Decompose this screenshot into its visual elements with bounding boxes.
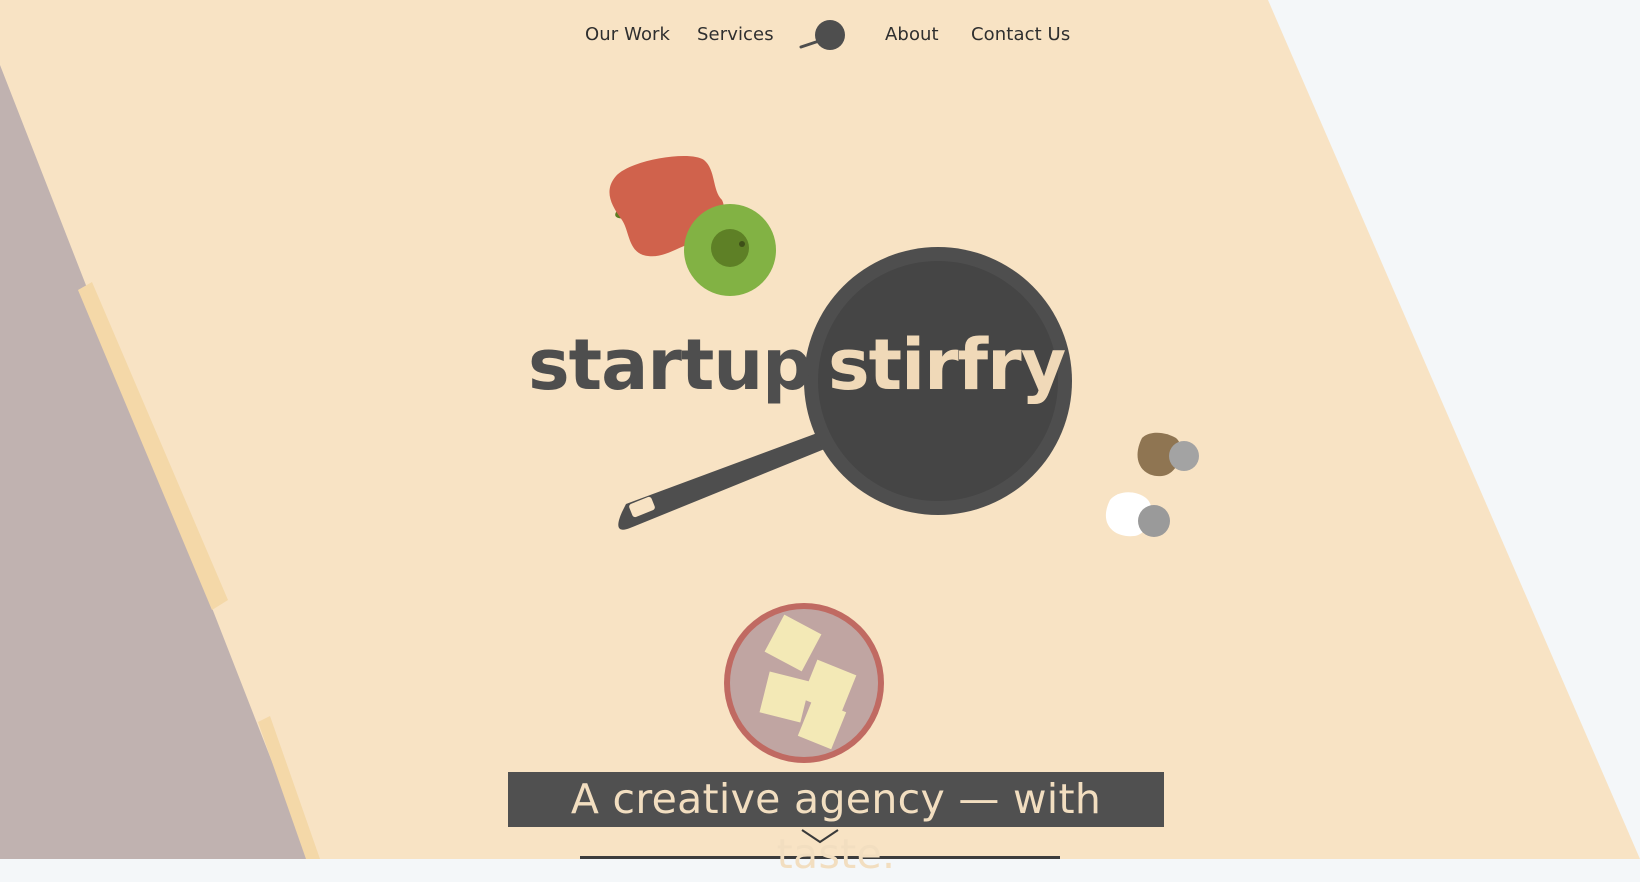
brand-word-stirfry: stirfry <box>828 324 1066 406</box>
nav-services[interactable]: Services <box>697 24 774 45</box>
nav-contact-us[interactable]: Contact Us <box>971 24 1070 45</box>
green-pepper-illustration <box>684 204 776 296</box>
hero-illustration <box>0 0 1640 859</box>
top-navigation: Our Work Services About Contact Us <box>0 20 1640 68</box>
brand-word-startup: startup <box>528 324 812 406</box>
frying-pan-icon[interactable] <box>798 20 848 52</box>
nav-about[interactable]: About <box>885 24 939 45</box>
nav-our-work[interactable]: Our Work <box>585 24 670 45</box>
tagline: A creative agency — with taste. <box>508 772 1164 878</box>
butter-bowl-illustration <box>724 603 884 763</box>
chevron-down-icon[interactable] <box>800 826 840 848</box>
